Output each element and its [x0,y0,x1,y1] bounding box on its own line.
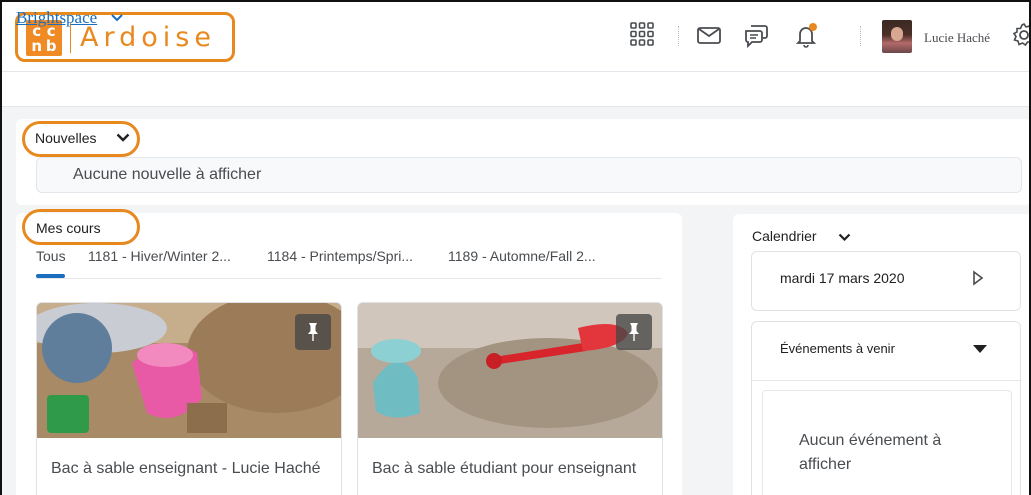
news-title[interactable]: Nouvelles [35,130,96,146]
bell-icon[interactable] [792,21,820,49]
course-card[interactable]: Bac à sable enseignant - Lucie Haché [36,302,342,495]
avatar-face [891,27,903,41]
header-separator [678,26,679,46]
avatar[interactable] [882,20,912,53]
header-separator [860,26,861,46]
tab-1181[interactable]: 1181 - Hiver/Winter 2... [88,248,231,264]
pin-icon [629,323,639,341]
user-name[interactable]: Lucie Haché [924,30,990,46]
tab-1189[interactable]: 1189 - Automne/Fall 2... [448,248,596,264]
mail-icon[interactable] [695,21,723,49]
no-events-text: Aucun événement à afficher [799,432,942,473]
chevron-down-icon[interactable] [116,133,130,142]
grid-icon[interactable] [629,21,657,49]
calendar-title[interactable]: Calendrier [752,228,817,244]
tab-divider [36,278,662,279]
courses-title[interactable]: Mes cours [36,220,101,236]
nav-bar [2,72,1029,107]
logo-letter: n [31,37,43,55]
chat-icon[interactable] [742,21,770,49]
calendar-date[interactable]: mardi 17 mars 2020 [780,270,905,286]
gear-icon[interactable] [1010,21,1029,49]
app-window: c c n b Ardoise Lucie Haché Brightspace … [0,0,1031,495]
tab-all[interactable]: Tous [36,248,66,264]
caret-down-icon[interactable] [972,344,988,354]
notification-dot [809,23,817,31]
logo-letter: b [45,37,57,55]
course-title[interactable]: Bac à sable enseignant - Lucie Haché [51,457,321,481]
pin-button[interactable] [295,314,331,350]
brightspace-link[interactable]: Brightspace [16,8,97,28]
news-empty-text: Aucune nouvelle à afficher [73,166,262,183]
events-divider [752,380,1020,381]
next-date-icon[interactable] [972,270,984,286]
tab-1184[interactable]: 1184 - Printemps/Spri... [267,248,413,264]
chevron-down-icon[interactable] [111,14,123,22]
course-title[interactable]: Bac à sable étudiant pour enseignant [372,457,642,481]
events-title[interactable]: Événements à venir [780,341,895,356]
chevron-down-icon[interactable] [838,233,851,241]
course-card[interactable]: Bac à sable étudiant pour enseignant [357,302,663,495]
pin-button[interactable] [616,314,652,350]
pin-icon [308,323,318,341]
app-name: Ardoise [80,22,216,53]
